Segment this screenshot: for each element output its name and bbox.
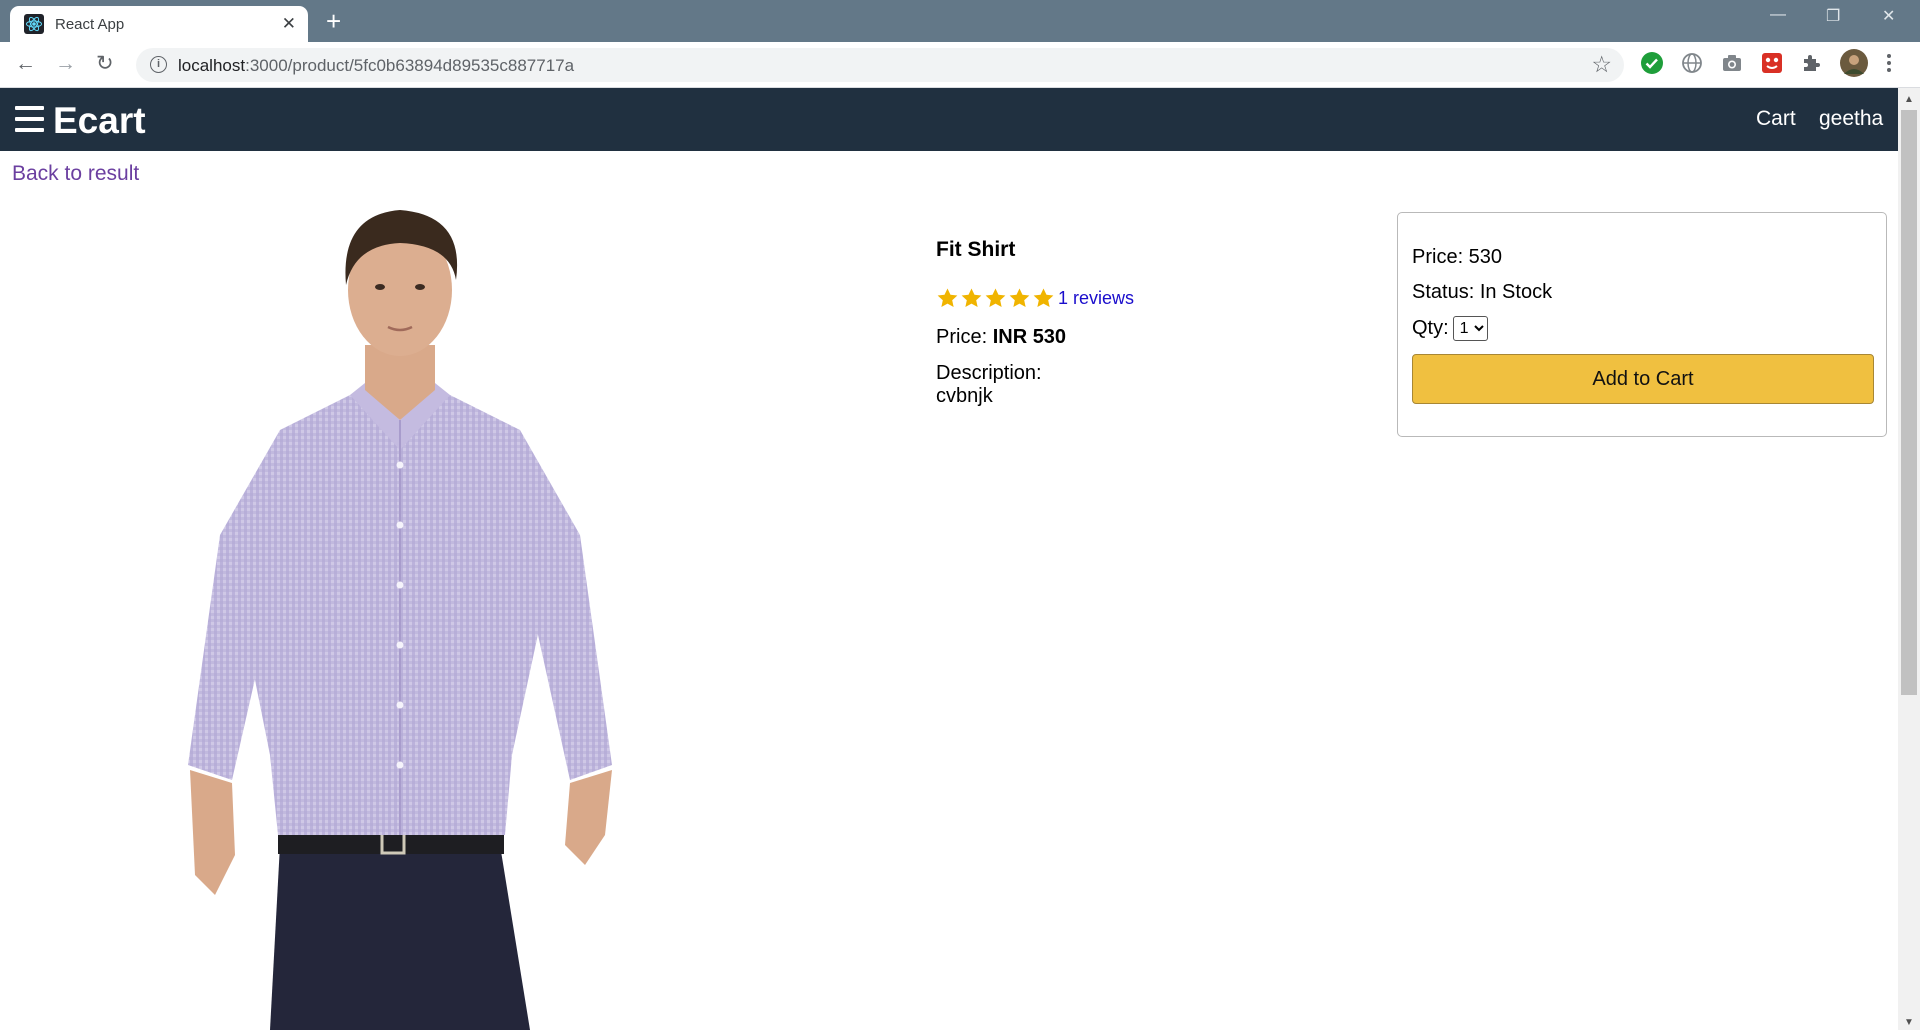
minimize-window-icon[interactable]: — — [1770, 6, 1786, 24]
tab-close-icon[interactable]: ✕ — [282, 15, 296, 33]
new-tab-button[interactable]: + — [326, 6, 341, 36]
url-text[interactable]: localhost:3000/product/5fc0b63894d89535c… — [178, 56, 574, 76]
reload-icon[interactable]: ↻ — [96, 52, 114, 76]
product-name: Fit Shirt — [936, 238, 1016, 261]
star-icon — [1009, 287, 1030, 307]
back-arrow-icon[interactable]: ← — [15, 52, 36, 76]
address-bar[interactable]: i localhost:3000/product/5fc0b63894d8953… — [136, 48, 1624, 82]
close-window-icon[interactable]: ✕ — [1882, 6, 1895, 26]
extension-camera-icon[interactable] — [1720, 51, 1744, 75]
description-label: Description: — [936, 362, 1042, 384]
add-to-cart-button[interactable]: Add to Cart — [1412, 354, 1874, 404]
star-icon — [937, 287, 958, 307]
product-image — [188, 210, 612, 1030]
qty-row: Qty: 1 — [1412, 316, 1488, 341]
product-rating: 1 reviews — [936, 285, 1134, 311]
extension-globe-icon[interactable] — [1680, 51, 1704, 75]
app-header: Ecart Cart geetha — [0, 88, 1898, 151]
card-status: Status: In Stock — [1412, 281, 1553, 303]
react-favicon-icon — [24, 14, 44, 34]
bookmark-star-icon[interactable]: ☆ — [1591, 51, 1612, 78]
purchase-card: Price: 530 Status: In Stock Qty: 1 Add to… — [1397, 212, 1887, 437]
hamburger-menu-icon[interactable] — [15, 106, 44, 132]
extension-red-icon[interactable] — [1760, 51, 1784, 75]
star-icon — [961, 287, 982, 307]
info-icon[interactable]: i — [150, 56, 167, 73]
browser-toolbar: ← → ↻ i localhost:3000/product/5fc0b6389… — [0, 42, 1920, 88]
brand-logo-link[interactable]: Ecart — [53, 100, 146, 142]
star-icon — [1033, 287, 1054, 307]
tab-title: React App — [55, 16, 125, 33]
extensions-puzzle-icon[interactable] — [1800, 51, 1824, 75]
kebab-menu-icon[interactable] — [1884, 51, 1894, 75]
product-description: cvbnjk — [936, 385, 993, 407]
extension-check-icon[interactable] — [1640, 51, 1664, 75]
rating-stars — [936, 287, 1056, 310]
qty-select[interactable]: 1 — [1452, 316, 1488, 341]
user-menu-link[interactable]: geetha — [1819, 107, 1883, 131]
scroll-up-arrow-icon[interactable]: ▲ — [1904, 94, 1914, 105]
qty-label: Qty: — [1412, 316, 1449, 339]
page-scrollbar[interactable]: ▲ ▼ — [1898, 88, 1920, 1030]
browser-tab[interactable]: React App ✕ — [10, 6, 308, 42]
product-price: Price: INR 530 — [936, 326, 1067, 348]
star-icon — [985, 287, 1006, 307]
forward-arrow-icon[interactable]: → — [55, 52, 76, 76]
profile-avatar[interactable] — [1840, 49, 1868, 77]
back-to-result-link[interactable]: Back to result — [12, 162, 139, 186]
cart-link[interactable]: Cart — [1756, 107, 1796, 131]
reviews-link[interactable]: 1 reviews — [1058, 288, 1134, 309]
product-price-value: INR 530 — [992, 326, 1067, 348]
restore-window-icon[interactable]: ❐ — [1826, 6, 1840, 26]
card-price: Price: 530 — [1412, 246, 1503, 268]
browser-tab-strip: React App ✕ + — ❐ ✕ — [0, 0, 1920, 42]
scroll-down-arrow-icon[interactable]: ▼ — [1904, 1017, 1914, 1028]
scrollbar-thumb[interactable] — [1901, 110, 1917, 695]
